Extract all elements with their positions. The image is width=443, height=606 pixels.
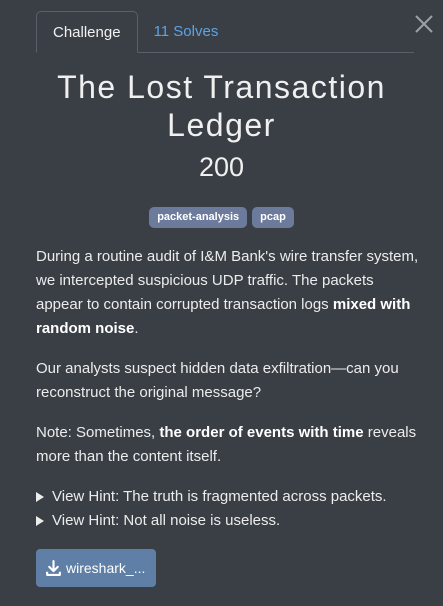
- hint-list: View Hint: The truth is fragmented acros…: [36, 485, 423, 533]
- tab-challenge[interactable]: Challenge: [36, 11, 138, 53]
- tag-list: packet-analysis pcap: [0, 207, 443, 228]
- tag-badge: pcap: [252, 207, 294, 228]
- challenge-modal: Challenge 11 Solves The Lost Transaction…: [0, 0, 443, 606]
- description-paragraph: During a routine audit of I&M Bank's wir…: [36, 245, 421, 341]
- description-text: .: [134, 320, 139, 337]
- caret-right-icon: [36, 492, 44, 502]
- tag-badge: packet-analysis: [149, 207, 248, 228]
- hint-toggle[interactable]: View Hint: Not all noise is useless.: [36, 509, 423, 533]
- challenge-description: During a routine audit of I&M Bank's wir…: [36, 245, 421, 485]
- hint-label: View Hint: Not all noise is useless.: [52, 512, 281, 529]
- description-paragraph: Note: Sometimes, the order of events wit…: [36, 421, 421, 469]
- challenge-points: 200: [198, 152, 245, 182]
- file-name: wireshark_...: [66, 560, 146, 576]
- challenge-title: The Lost Transaction Ledger: [57, 69, 386, 143]
- description-text: Note: Sometimes,: [36, 424, 160, 441]
- tab-bar: Challenge 11 Solves: [36, 11, 414, 53]
- hint-toggle[interactable]: View Hint: The truth is fragmented acros…: [36, 485, 423, 509]
- download-icon: [46, 559, 61, 576]
- description-bold: the order of events with time: [159, 424, 364, 441]
- description-paragraph: Our analysts suspect hidden data exfiltr…: [36, 360, 399, 401]
- hint-label: View Hint: The truth is fragmented acros…: [52, 488, 387, 505]
- close-button[interactable]: [413, 13, 435, 35]
- file-download-button[interactable]: wireshark_...: [36, 549, 157, 587]
- tab-solves[interactable]: 11 Solves: [138, 11, 235, 52]
- caret-right-icon: [36, 516, 44, 526]
- close-icon: [415, 15, 433, 33]
